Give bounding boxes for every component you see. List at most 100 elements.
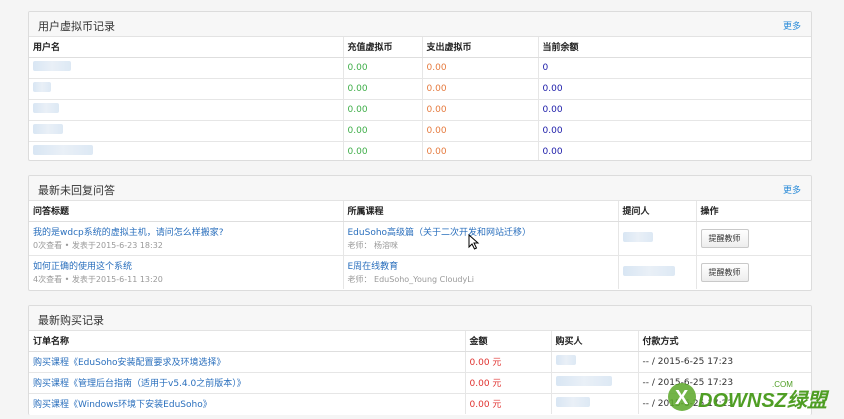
- blurred-username: [33, 103, 59, 113]
- question-meta: 0次查看 • 发表于2015-6-23 18:32: [33, 241, 163, 250]
- mouse-cursor-icon: [468, 234, 480, 250]
- course-link[interactable]: E周在线教育: [348, 262, 399, 272]
- blurred-username: [33, 61, 71, 71]
- order-panel-header: 最新购买记录: [29, 306, 811, 331]
- col-username: 用户名: [29, 37, 344, 58]
- spend-cell: 0.00: [422, 78, 539, 100]
- payment-cell: -- / 2015-6-25 17:23: [638, 351, 811, 373]
- qa-more-link[interactable]: 更多: [783, 183, 801, 196]
- buyer-cell[interactable]: [551, 351, 639, 373]
- question-cell: 我的是wdcp系统的虚拟主机，请问怎么样搬家? 0次查看 • 发表于2015-6…: [29, 221, 344, 256]
- col-buyer: 购买人: [551, 331, 639, 352]
- table-row: 购买课程《EduSoho安装配置要求及环境选择》 0.00 元 -- / 201…: [29, 351, 811, 373]
- username-cell[interactable]: [29, 99, 344, 121]
- order-name-cell: 购买课程《管理后台指南（适用于v5.4.0之前版本）》: [29, 372, 466, 394]
- asker-cell[interactable]: [618, 255, 697, 289]
- amount-cell: 0.00 元: [465, 393, 552, 414]
- coin-record-panel: 用户虚拟币记录 更多 用户名 充值虚拟币 支出虚拟币 当前余额 0.00 0.0…: [28, 11, 812, 161]
- question-cell: 如何正确的使用这个系统 4次查看 • 发表于2015-6-11 13:20: [29, 255, 344, 289]
- downsz-watermark-logo: X DOWNSZ绿盟 .COM: [668, 380, 830, 412]
- course-link[interactable]: EduSoho高级篇（关于二次开发和网站迁移）: [348, 228, 532, 238]
- spend-cell: 0.00: [422, 141, 539, 160]
- recharge-cell: 0.00: [343, 57, 423, 79]
- asker-cell[interactable]: [618, 221, 697, 256]
- blurred-username: [33, 145, 93, 156]
- order-link[interactable]: 购买课程《管理后台指南（适用于v5.4.0之前版本）》: [33, 379, 246, 389]
- qa-panel-title: 最新未回复问答: [38, 184, 115, 197]
- qa-table-header-row: 问答标题 所属课程 提问人 操作: [29, 201, 811, 222]
- question-title-link[interactable]: 我的是wdcp系统的虚拟主机，请问怎么样搬家?: [33, 228, 224, 238]
- buyer-cell[interactable]: [551, 393, 639, 414]
- watermark-sub: .COM: [772, 380, 793, 389]
- col-recharge: 充值虚拟币: [343, 37, 423, 58]
- qa-panel-header: 最新未回复问答 更多: [29, 176, 811, 201]
- recharge-cell: 0.00: [343, 78, 423, 100]
- col-order-name: 订单名称: [29, 331, 466, 352]
- blurred-buyer: [555, 397, 590, 408]
- coin-table-header-row: 用户名 充值虚拟币 支出虚拟币 当前余额: [29, 37, 811, 58]
- table-row: 0.00 0.00 0: [29, 57, 811, 79]
- coin-table: 用户名 充值虚拟币 支出虚拟币 当前余额 0.00 0.00 0 0.00 0.…: [29, 37, 811, 160]
- course-teacher: 老师： 杨溶咪: [347, 241, 399, 250]
- qa-table: 问答标题 所属课程 提问人 操作 我的是wdcp系统的虚拟主机，请问怎么样搬家?…: [29, 201, 811, 289]
- table-row: 0.00 0.00 0.00: [29, 78, 811, 100]
- order-panel-title: 最新购买记录: [38, 314, 104, 327]
- username-cell[interactable]: [29, 78, 344, 100]
- col-asker: 提问人: [618, 201, 697, 222]
- order-name-cell: 购买课程《EduSoho安装配置要求及环境选择》: [29, 351, 466, 373]
- username-cell[interactable]: [29, 57, 344, 79]
- col-course: 所属课程: [343, 201, 619, 222]
- buyer-cell[interactable]: [551, 372, 639, 394]
- remind-teacher-button[interactable]: 提醒教师: [700, 228, 749, 248]
- spend-cell: 0.00: [422, 99, 539, 121]
- table-row: 0.00 0.00 0.00: [29, 120, 811, 142]
- coin-panel-header: 用户虚拟币记录 更多: [29, 12, 811, 37]
- spend-cell: 0.00: [422, 57, 539, 79]
- blurred-asker: [622, 265, 675, 276]
- balance-cell: 0.00: [538, 78, 811, 100]
- question-title-link[interactable]: 如何正确的使用这个系统: [33, 262, 132, 272]
- balance-cell: 0: [538, 57, 811, 79]
- balance-cell: 0.00: [542, 146, 563, 157]
- col-action: 操作: [696, 201, 811, 222]
- col-payment: 付款方式: [638, 331, 811, 352]
- col-question-title: 问答标题: [29, 201, 344, 222]
- col-spend: 支出虚拟币: [422, 37, 539, 58]
- blurred-buyer: [555, 355, 576, 365]
- coin-panel-title: 用户虚拟币记录: [38, 20, 115, 33]
- blurred-buyer: [555, 376, 612, 386]
- col-amount: 金额: [465, 331, 552, 352]
- recharge-cell: 0.00: [343, 120, 423, 142]
- username-cell[interactable]: [29, 120, 344, 142]
- table-row: 0.00 0.00 0.00: [29, 99, 811, 121]
- balance-cell: 0.00: [538, 99, 811, 121]
- course-teacher: 老师： EduSoho_Young CloudyLi: [347, 275, 474, 285]
- svg-text:X: X: [675, 387, 689, 409]
- recharge-cell: 0.00: [343, 99, 423, 121]
- balance-cell: 0.00: [538, 120, 811, 142]
- col-balance: 当前余额: [538, 37, 811, 58]
- watermark-text: DOWNSZ绿盟: [698, 389, 830, 412]
- order-link[interactable]: 购买课程《EduSoho安装配置要求及环境选择》: [33, 358, 226, 368]
- qa-panel: 最新未回复问答 更多 问答标题 所属课程 提问人 操作 我的是wdcp系统的虚拟…: [28, 175, 812, 291]
- question-meta: 4次查看 • 发表于2015-6-11 13:20: [33, 275, 163, 285]
- action-cell: 提醒教师: [696, 221, 811, 256]
- blurred-username: [33, 124, 63, 134]
- table-row: 我的是wdcp系统的虚拟主机，请问怎么样搬家? 0次查看 • 发表于2015-6…: [29, 221, 811, 256]
- action-cell: 提醒教师: [696, 255, 811, 289]
- coin-more-link[interactable]: 更多: [783, 19, 801, 32]
- order-link[interactable]: 购买课程《Windows环境下安装EduSoho》: [33, 400, 212, 410]
- course-cell: EduSoho高级篇（关于二次开发和网站迁移） 老师： 杨溶咪: [343, 221, 619, 256]
- order-table-header-row: 订单名称 金额 购买人 付款方式: [29, 331, 811, 352]
- amount-cell: 0.00 元: [465, 351, 552, 373]
- order-name-cell: 购买课程《Windows环境下安装EduSoho》: [29, 393, 466, 414]
- amount-cell: 0.00 元: [465, 372, 552, 394]
- blurred-username: [33, 82, 51, 92]
- spend-cell: 0.00: [422, 120, 539, 142]
- course-cell: E周在线教育 老师： EduSoho_Young CloudyLi: [343, 255, 619, 289]
- table-row: 0.00 0.00 0.00: [29, 141, 811, 160]
- table-row: 如何正确的使用这个系统 4次查看 • 发表于2015-6-11 13:20 E周…: [29, 255, 811, 289]
- remind-teacher-button[interactable]: 提醒教师: [700, 262, 749, 282]
- username-cell[interactable]: [29, 141, 344, 160]
- blurred-asker: [622, 231, 653, 242]
